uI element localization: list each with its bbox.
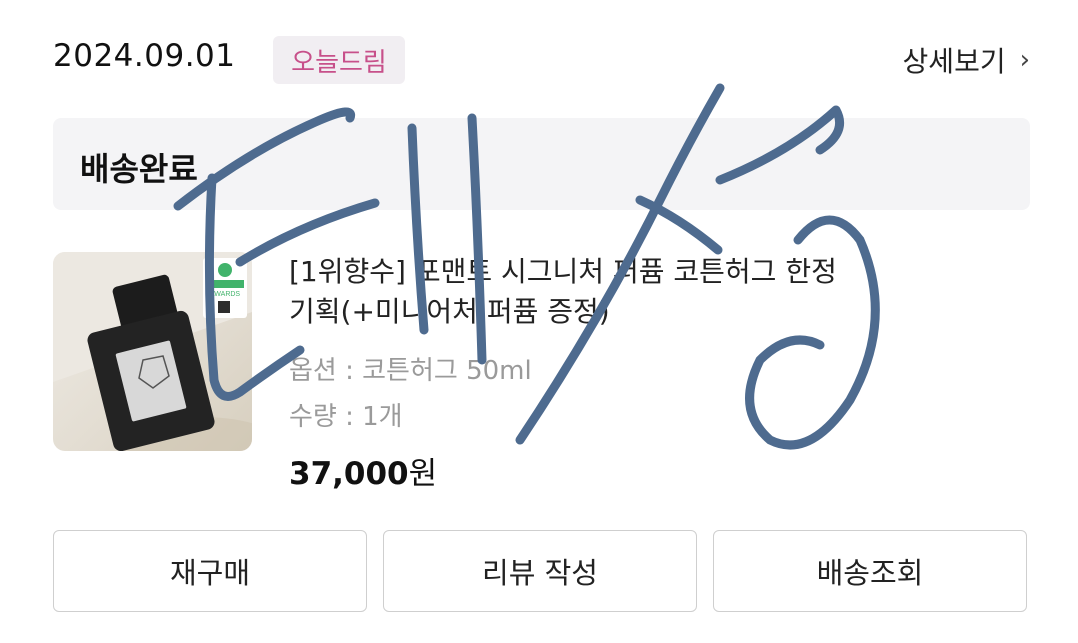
product-price: 37,000원	[289, 448, 437, 493]
perfume-bottle-icon: AWARDS	[53, 252, 252, 451]
view-details-label: 상세보기	[902, 45, 1006, 78]
price-amount: 37,000	[289, 456, 409, 492]
product-option: 옵션 : 코튼허그 50ml	[289, 356, 532, 386]
write-review-button[interactable]: 리뷰 작성	[383, 530, 697, 612]
track-delivery-button[interactable]: 배송조회	[713, 530, 1027, 612]
product-quantity: 수량 : 1개	[289, 402, 403, 432]
product-name-line2: 기획(+미니어처 퍼퓸 증정)	[289, 295, 610, 328]
chevron-right-icon: ›	[1019, 45, 1030, 75]
rebuy-button[interactable]: 재구매	[53, 530, 367, 612]
today-dream-badge: 오늘드림	[273, 36, 405, 84]
product-thumbnail[interactable]: AWARDS	[53, 252, 252, 451]
view-details-link[interactable]: 상세보기 ›	[903, 40, 1030, 80]
delivery-status-box: 배송완료	[53, 118, 1030, 210]
price-unit: 원	[408, 456, 438, 492]
product-name-line1: [1위향수] 포맨트 시그니처 퍼퓸 코튼허그 한정	[289, 255, 837, 288]
delivery-status: 배송완료	[80, 150, 198, 188]
product-name[interactable]: [1위향수] 포맨트 시그니처 퍼퓸 코튼허그 한정 기획(+미니어처 퍼퓸 증…	[289, 252, 949, 332]
award-badge-text: AWARDS	[210, 291, 241, 298]
order-date: 2024.09.01	[53, 38, 236, 74]
